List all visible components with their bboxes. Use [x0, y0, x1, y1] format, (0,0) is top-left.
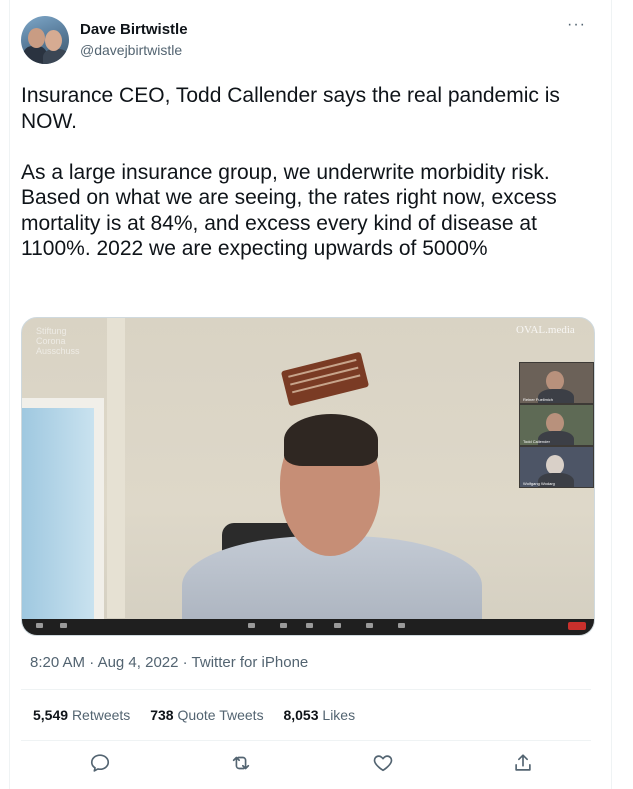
participants-icon [280, 623, 287, 628]
camera-icon [60, 623, 67, 628]
record-icon [366, 623, 373, 628]
tweet-source[interactable]: Twitter for iPhone [192, 654, 309, 671]
more-options-icon[interactable]: ··· [567, 16, 586, 34]
quote-tweets-label: Quote Tweets [177, 707, 264, 723]
reactions-icon [398, 623, 405, 628]
author-name[interactable]: Dave Birtwistle [80, 21, 188, 38]
avatar-person-2-head [45, 30, 62, 51]
video-doorframe [107, 318, 125, 618]
video-window [22, 398, 104, 634]
tweet-actions [0, 752, 633, 780]
reply-icon[interactable] [89, 752, 113, 776]
quote-tweets-stat[interactable]: 738 Quote Tweets [150, 707, 263, 723]
divider [21, 689, 591, 690]
likes-count: 8,053 [283, 707, 319, 723]
participant-thumbnail: Todd Callender [519, 404, 594, 446]
share-icon[interactable] [512, 752, 536, 776]
quote-tweets-count: 738 [150, 707, 174, 723]
participant-thumbnail: Wolfgang Wodarg [519, 446, 594, 488]
tweet-date[interactable]: Aug 4, 2022 [98, 654, 179, 671]
tweet-time[interactable]: 8:20 AM [30, 654, 85, 671]
author-handle[interactable]: @davejbirtwistle [80, 42, 182, 58]
tweet-video[interactable]: Stiftung Corona Ausschuss OVAL.media Rei… [21, 317, 595, 636]
avatar-person-1-head [28, 28, 45, 48]
tweet-text: Insurance CEO, Todd Callender says the r… [21, 84, 560, 260]
retweets-count: 5,549 [33, 707, 69, 723]
mute-icon [36, 623, 43, 628]
tweet-meta: 8:20 AM · Aug 4, 2022 · Twitter for iPho… [30, 654, 308, 671]
chat-icon [306, 623, 313, 628]
participant-thumbnail: Reiner Fuellmich [519, 362, 594, 404]
video-call-toolbar [22, 619, 594, 635]
meta-separator: · [182, 654, 188, 671]
divider [21, 740, 591, 741]
participant-name: Wolfgang Wodarg [523, 481, 555, 486]
video-watermark-left: Stiftung Corona Ausschuss [36, 326, 80, 356]
retweets-label: Retweets [71, 707, 131, 723]
likes-label: Likes [322, 707, 356, 723]
video-watermark-right: OVAL.media [516, 324, 575, 336]
share-screen-icon [334, 623, 341, 628]
like-icon[interactable] [372, 752, 396, 776]
participant-name: Todd Callender [523, 439, 550, 444]
likes-stat[interactable]: 8,053 Likes [283, 707, 355, 723]
video-wall-sign [280, 351, 370, 407]
participant-name: Reiner Fuellmich [523, 397, 554, 402]
leave-meeting-button [568, 622, 586, 630]
retweet-icon[interactable] [230, 752, 254, 776]
security-icon [248, 623, 255, 628]
avatar-person-2-body [43, 49, 69, 64]
avatar[interactable] [21, 16, 69, 64]
tweet-stats: 5,549 Retweets 738 Quote Tweets 8,053 Li… [33, 707, 371, 723]
video-speaker-hair [284, 414, 378, 466]
meta-separator: · [89, 654, 95, 671]
retweets-stat[interactable]: 5,549 Retweets [33, 707, 130, 723]
